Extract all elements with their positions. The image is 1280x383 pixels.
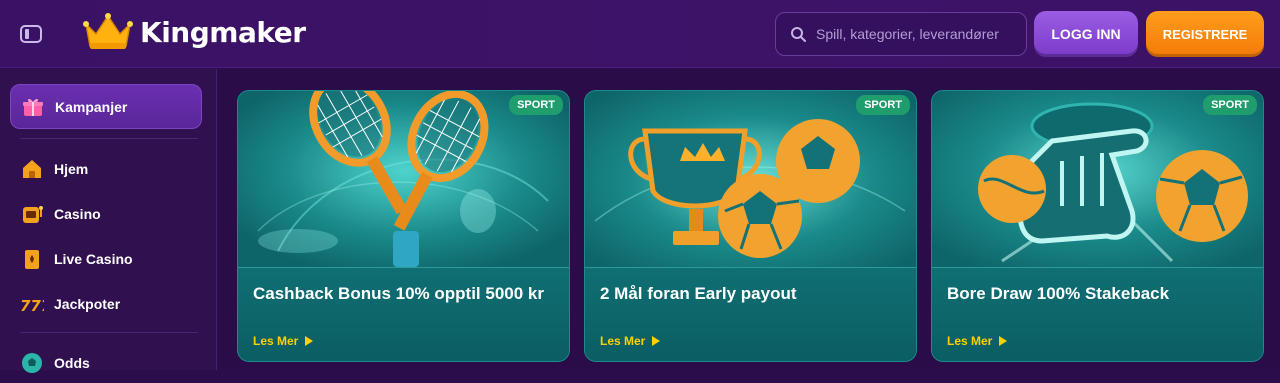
sidebar-item-label: Kampanjer bbox=[55, 98, 128, 115]
sidebar-item-live-casino[interactable]: Live Casino bbox=[10, 239, 202, 279]
card-footer: 2 Mål foran Early payout Les Mer bbox=[585, 267, 916, 361]
svg-text:777: 777 bbox=[20, 297, 44, 315]
gift-icon bbox=[21, 95, 45, 119]
search-icon bbox=[791, 27, 806, 42]
sidebar-item-label: Odds bbox=[54, 355, 90, 371]
card-title: Bore Draw 100% Stakeback bbox=[947, 284, 1170, 303]
login-button[interactable]: LOGG INN bbox=[1034, 11, 1138, 57]
brand-logo[interactable]: Kingmaker bbox=[82, 12, 306, 52]
promotions-area: SPORT Cashback Bonus 10% opptil 5000 kr … bbox=[218, 69, 1280, 370]
sidebar-toggle-icon[interactable] bbox=[20, 24, 42, 44]
promo-card[interactable]: SPORT 2 Mål foran Early payout Les Mer bbox=[584, 90, 917, 362]
sidebar-item-kampanjer[interactable]: Kampanjer bbox=[10, 84, 202, 129]
sidebar-divider bbox=[20, 138, 198, 139]
read-more-link[interactable]: Les Mer bbox=[600, 334, 661, 348]
card-footer: Cashback Bonus 10% opptil 5000 kr Les Me… bbox=[238, 267, 569, 361]
jackpot-777-icon: 777 bbox=[20, 292, 44, 316]
card-title: 2 Mål foran Early payout bbox=[600, 284, 797, 303]
slot-machine-icon bbox=[20, 202, 44, 226]
category-badge: SPORT bbox=[1203, 95, 1257, 115]
sidebar-divider bbox=[20, 332, 198, 333]
search-box[interactable] bbox=[775, 12, 1027, 56]
sidebar-item-hjem[interactable]: Hjem bbox=[10, 149, 202, 189]
play-arrow-icon bbox=[652, 336, 661, 346]
sidebar-item-casino[interactable]: Casino bbox=[10, 194, 202, 234]
soccer-ball-icon bbox=[20, 351, 44, 375]
sidebar: Kampanjer Hjem Casino Live Casino 77 Jac… bbox=[0, 69, 217, 373]
playing-card-icon bbox=[20, 247, 44, 271]
read-more-label: Les Mer bbox=[600, 334, 646, 348]
crown-icon bbox=[83, 13, 133, 49]
promo-card[interactable]: SPORT Bore Draw 100% Stakeback Les Mer bbox=[931, 90, 1264, 362]
read-more-link[interactable]: Les Mer bbox=[253, 334, 314, 348]
card-footer: Bore Draw 100% Stakeback Les Mer bbox=[932, 267, 1263, 361]
search-input[interactable] bbox=[816, 26, 1016, 42]
register-button[interactable]: REGISTRERE bbox=[1146, 11, 1264, 57]
sidebar-item-label: Live Casino bbox=[54, 251, 133, 267]
sidebar-item-odds[interactable]: Odds bbox=[10, 343, 202, 383]
sidebar-item-jackpoter[interactable]: 777 Jackpoter bbox=[10, 284, 202, 324]
play-arrow-icon bbox=[999, 336, 1008, 346]
sidebar-item-label: Casino bbox=[54, 206, 101, 222]
category-badge: SPORT bbox=[856, 95, 910, 115]
trophy-footballs-illustration bbox=[585, 91, 916, 269]
card-title: Cashback Bonus 10% opptil 5000 kr bbox=[253, 284, 544, 303]
promo-card[interactable]: SPORT Cashback Bonus 10% opptil 5000 kr … bbox=[237, 90, 570, 362]
category-badge: SPORT bbox=[509, 95, 563, 115]
play-arrow-icon bbox=[305, 336, 314, 346]
sidebar-item-label: Hjem bbox=[54, 161, 89, 177]
tennis-rackets-illustration bbox=[238, 91, 569, 269]
sidebar-item-label: Jackpoter bbox=[54, 296, 121, 312]
home-icon bbox=[20, 157, 44, 181]
brand-name: Kingmaker bbox=[140, 15, 306, 49]
foam-finger-balls-illustration bbox=[932, 91, 1263, 269]
top-header: Kingmaker LOGG INN REGISTRERE bbox=[0, 0, 1280, 68]
read-more-label: Les Mer bbox=[253, 334, 299, 348]
read-more-label: Les Mer bbox=[947, 334, 993, 348]
read-more-link[interactable]: Les Mer bbox=[947, 334, 1008, 348]
